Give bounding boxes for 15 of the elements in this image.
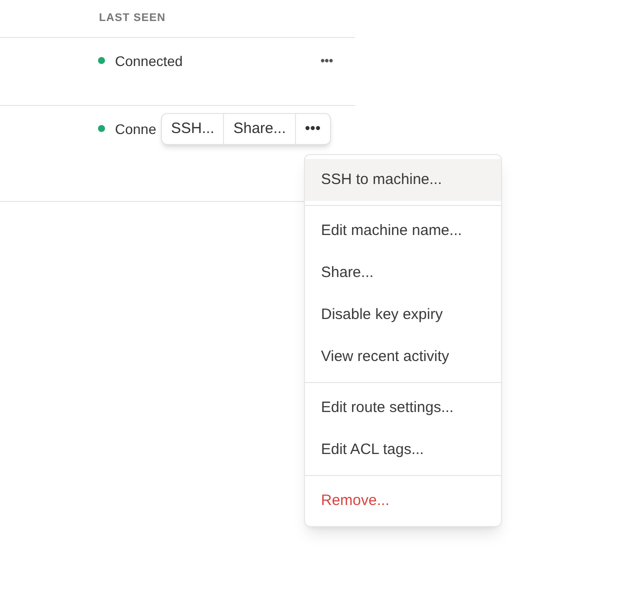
menu-item[interactable]: Disable key expiry: [305, 294, 501, 336]
status-text: Conne: [115, 120, 156, 138]
toolbar-button[interactable]: SSH...: [162, 114, 224, 144]
menu-item[interactable]: SSH to machine...: [305, 159, 501, 201]
menu-item[interactable]: Share...: [305, 252, 501, 294]
toolbar-button[interactable]: •••: [294, 114, 330, 144]
menu-item[interactable]: View recent activity: [305, 336, 501, 378]
status-text: Connected: [115, 52, 183, 70]
more-button[interactable]: •••: [316, 52, 337, 70]
menu-item[interactable]: Edit machine name...: [305, 210, 501, 252]
column-header: LAST SEEN: [99, 11, 166, 26]
menu-item[interactable]: Edit ACL tags...: [305, 429, 501, 471]
menu-item[interactable]: Remove...: [305, 480, 501, 522]
toolbar-button[interactable]: Share...: [223, 114, 295, 144]
menu-item[interactable]: Edit route settings...: [305, 387, 501, 429]
